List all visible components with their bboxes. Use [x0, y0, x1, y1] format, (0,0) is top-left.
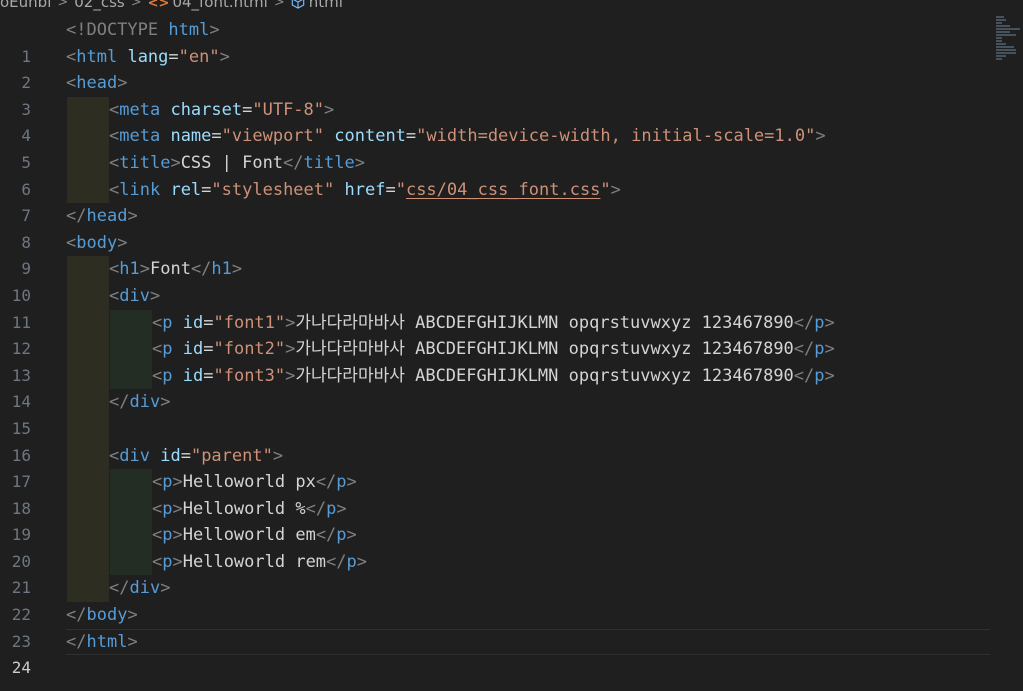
code-content: <h1>Font</h1>	[109, 259, 243, 280]
code-content: <p>Helloworld px</p>	[152, 472, 357, 493]
indent-guide	[67, 96, 109, 124]
code-line[interactable]: 18 <p>Helloworld px</p>	[0, 469, 1023, 518]
code-content: <link rel="stylesheet" href="css/04_css_…	[109, 179, 621, 200]
breadcrumb-item-file[interactable]: <> 04_font.html	[148, 0, 268, 11]
breadcrumb-file-label: 04_font.html	[172, 0, 268, 11]
indent-guide	[110, 495, 152, 523]
code-line[interactable]: 14 <p id="font3">가나다라마바사 ABCDEFGHIJKLMN …	[0, 362, 1023, 411]
code-line[interactable]: 23 </body>	[0, 602, 1023, 651]
indent-guide	[67, 123, 109, 150]
code-content: <body>	[66, 232, 128, 253]
code-line[interactable]: 16	[0, 415, 1023, 465]
indent-guide	[67, 362, 109, 390]
breadcrumb-symbol-label: html	[308, 0, 343, 11]
indent-guide	[110, 362, 152, 390]
breadcrumb-item-folder[interactable]: 02_css	[74, 0, 124, 11]
code-line[interactable]: 6 <title>CSS | Font</title>	[0, 149, 1023, 199]
indent-guide	[67, 149, 109, 177]
code-line[interactable]: 4 <meta charset="UTF-8">	[0, 96, 1023, 145]
code-line[interactable]: 5 <meta name="viewport" content="width=d…	[0, 123, 1023, 172]
code-line[interactable]: 1 <!DOCTYPE html>	[0, 17, 1023, 66]
indent-guide	[67, 548, 109, 576]
code-content: <p>Helloworld em</p>	[152, 525, 357, 546]
code-content: <p id="font3">가나다라마바사 ABCDEFGHIJKLMN opq…	[152, 365, 835, 386]
code-line[interactable]: 17 <div id="parent">	[0, 442, 1023, 491]
code-content: </html>	[66, 631, 138, 652]
code-line[interactable]: 7 <link rel="stylesheet" href="css/04_cs…	[0, 176, 1023, 225]
code-content: <p id="font1">가나다라마바사 ABCDEFGHIJKLMN opq…	[152, 312, 835, 333]
code-line[interactable]: 3 <head>	[0, 70, 1023, 119]
indent-guide	[67, 495, 109, 523]
code-line[interactable]: 10 <h1>Font</h1>	[0, 256, 1023, 305]
code-line[interactable]: 9 <body>	[0, 230, 1023, 279]
code-line-current[interactable]: 24 </html>	[0, 628, 1023, 677]
code-line[interactable]: 20 <p>Helloworld em</p>	[0, 522, 1023, 571]
code-line[interactable]: 21 <p>Helloworld rem</p>	[0, 548, 1023, 597]
breadcrumb-item-symbol[interactable]: html	[291, 0, 343, 11]
indent-guide	[67, 522, 109, 549]
code-content: <title>CSS | Font</title>	[109, 152, 365, 173]
indent-guide	[110, 548, 152, 576]
indent-guide	[110, 309, 152, 337]
code-content: <head>	[66, 73, 128, 94]
symbol-cube-icon	[291, 0, 304, 9]
code-line[interactable]: 15 </div>	[0, 389, 1023, 438]
code-content: <div>	[109, 285, 161, 306]
indent-guide	[110, 522, 152, 549]
indent-guide	[67, 415, 109, 443]
stylesheet-link[interactable]: css/04_css_font.css	[406, 180, 600, 200]
code-content: </div>	[109, 578, 171, 599]
code-line[interactable]: 12 <p id="font1">가나다라마바사 ABCDEFGHIJKLMN …	[0, 309, 1023, 358]
code-content: <p>Helloworld %</p>	[152, 498, 347, 519]
indent-guide	[67, 442, 109, 470]
code-line[interactable]: 19 <p>Helloworld %</p>	[0, 495, 1023, 544]
code-line[interactable]: 2 <html lang="en">	[0, 44, 1023, 93]
indent-guide	[67, 575, 109, 603]
indent-guide	[67, 256, 109, 283]
breadcrumb-item-folder-root[interactable]: oEunbi	[0, 0, 51, 11]
html-file-icon: <>	[147, 0, 170, 11]
code-content: <meta name="viewport" content="width=dev…	[109, 126, 826, 147]
code-content: </div>	[109, 392, 171, 413]
code-content: <p id="font2">가나다라마바사 ABCDEFGHIJKLMN opq…	[152, 339, 835, 360]
code-editor[interactable]: 1 <!DOCTYPE html> 2 <html lang="en"> 3 <…	[0, 17, 1023, 677]
breadcrumb-separator: >	[57, 0, 69, 10]
indent-guide	[67, 282, 109, 310]
code-content: <html lang="en">	[66, 46, 230, 67]
code-content: <div id="parent">	[109, 445, 284, 466]
code-line[interactable]: 8 </head>	[0, 203, 1023, 252]
code-line[interactable]: 22 </div>	[0, 575, 1023, 624]
indent-guide	[67, 309, 109, 337]
indent-guide	[67, 176, 109, 204]
code-line[interactable]: 13 <p id="font2">가나다라마바사 ABCDEFGHIJKLMN …	[0, 336, 1023, 385]
code-content: <p>Helloworld rem</p>	[152, 551, 368, 572]
code-content: </head>	[66, 206, 138, 227]
code-line[interactable]: 11 <div>	[0, 282, 1023, 332]
indent-guide	[110, 469, 152, 496]
indent-guide	[67, 336, 109, 363]
breadcrumb: oEunbi > 02_css > <> 04_font.html > html	[0, 0, 343, 12]
indent-guide	[67, 469, 109, 496]
line-number: 24	[11, 658, 31, 678]
indent-guide	[110, 336, 152, 363]
indent-guide	[67, 389, 109, 416]
breadcrumb-separator: >	[273, 0, 285, 10]
code-content: <meta charset="UTF-8">	[109, 99, 335, 120]
breadcrumb-separator: >	[130, 0, 142, 10]
code-content: </body>	[66, 605, 138, 626]
code-content: <!DOCTYPE html>	[66, 20, 220, 40]
